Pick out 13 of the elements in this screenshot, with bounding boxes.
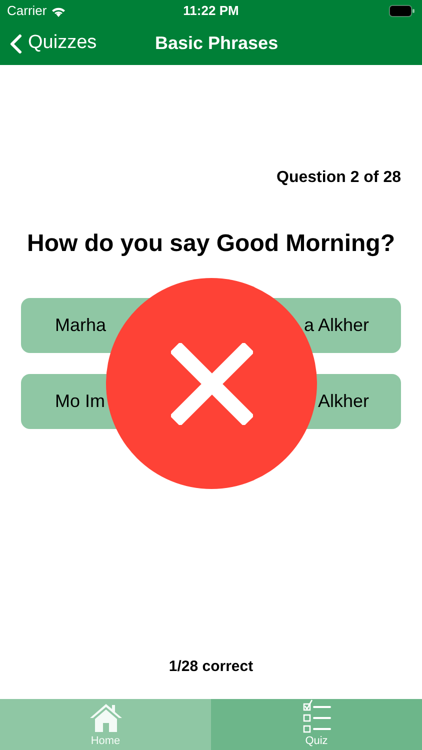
clock-time: 11:22 PM — [183, 2, 239, 20]
chevron-left-icon — [10, 34, 22, 54]
cross-icon — [170, 342, 252, 424]
screen-title: Basic Phrases — [155, 32, 278, 55]
back-button[interactable]: Quizzes — [0, 29, 97, 58]
carrier-label: Carrier — [7, 2, 47, 20]
house-icon — [88, 703, 122, 733]
wifi-icon — [50, 6, 66, 16]
battery-icon — [389, 5, 415, 17]
score-text: 1/28 correct — [168, 656, 254, 676]
question-text: How do you say Good Morning? — [27, 229, 395, 259]
question-counter: Question 2 of 28 — [276, 168, 401, 188]
checklist-icon — [302, 699, 332, 733]
